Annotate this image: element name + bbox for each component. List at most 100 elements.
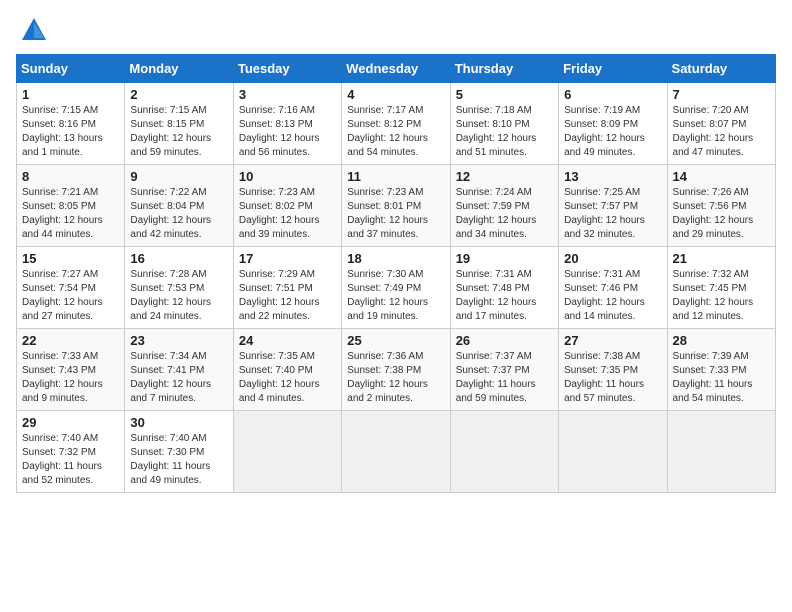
day-number: 14 [673, 169, 770, 184]
day-number: 16 [130, 251, 227, 266]
day-info: Sunrise: 7:22 AM Sunset: 8:04 PM Dayligh… [130, 186, 227, 242]
day-number: 25 [347, 333, 444, 348]
day-number: 8 [22, 169, 119, 184]
day-info: Sunrise: 7:39 AM Sunset: 7:33 PM Dayligh… [673, 350, 770, 406]
calendar-cell: 4 Sunrise: 7:17 AM Sunset: 8:12 PM Daylig… [342, 83, 450, 165]
calendar-cell: 13 Sunrise: 7:25 AM Sunset: 7:57 PM Dayli… [559, 165, 667, 247]
calendar-cell [233, 411, 341, 493]
calendar-cell: 16Sunrise: 7:28 AM Sunset: 7:53 PM Dayli… [125, 247, 233, 329]
day-number: 21 [673, 251, 770, 266]
day-number: 4 [347, 87, 444, 102]
calendar-cell: 12 Sunrise: 7:24 AM Sunset: 7:59 PM Dayli… [450, 165, 558, 247]
weekday-header-monday: Monday [125, 55, 233, 83]
calendar-cell [450, 411, 558, 493]
calendar-cell: 21 Sunrise: 7:32 AM Sunset: 7:45 PM Dayli… [667, 247, 775, 329]
day-info: Sunrise: 7:15 AM Sunset: 8:16 PM Dayligh… [22, 104, 119, 160]
day-info: Sunrise: 7:34 AM Sunset: 7:41 PM Dayligh… [130, 350, 227, 406]
day-number: 12 [456, 169, 553, 184]
day-info: Sunrise: 7:37 AM Sunset: 7:37 PM Dayligh… [456, 350, 553, 406]
day-number: 17 [239, 251, 336, 266]
day-info: Sunrise: 7:32 AM Sunset: 7:45 PM Dayligh… [673, 268, 770, 324]
day-info: Sunrise: 7:27 AM Sunset: 7:54 PM Dayligh… [22, 268, 119, 324]
header [16, 16, 776, 44]
calendar-cell: 11 Sunrise: 7:23 AM Sunset: 8:01 PM Dayli… [342, 165, 450, 247]
calendar-cell: 20Sunrise: 7:31 AM Sunset: 7:46 PM Dayli… [559, 247, 667, 329]
weekday-header-tuesday: Tuesday [233, 55, 341, 83]
week-row-4: 22 Sunrise: 7:33 AM Sunset: 7:43 PM Dayli… [17, 329, 776, 411]
day-info: Sunrise: 7:19 AM Sunset: 8:09 PM Dayligh… [564, 104, 661, 160]
week-row-1: 1 Sunrise: 7:15 AM Sunset: 8:16 PM Daylig… [17, 83, 776, 165]
weekday-header-row: SundayMondayTuesdayWednesdayThursdayFrid… [17, 55, 776, 83]
day-number: 10 [239, 169, 336, 184]
day-number: 20 [564, 251, 661, 266]
day-info: Sunrise: 7:31 AM Sunset: 7:48 PM Dayligh… [456, 268, 553, 324]
calendar-cell [667, 411, 775, 493]
day-info: Sunrise: 7:25 AM Sunset: 7:57 PM Dayligh… [564, 186, 661, 242]
week-row-3: 15 Sunrise: 7:27 AM Sunset: 7:54 PM Dayli… [17, 247, 776, 329]
weekday-header-sunday: Sunday [17, 55, 125, 83]
day-number: 19 [456, 251, 553, 266]
day-info: Sunrise: 7:21 AM Sunset: 8:05 PM Dayligh… [22, 186, 119, 242]
calendar-cell: 10 Sunrise: 7:23 AM Sunset: 8:02 PM Dayli… [233, 165, 341, 247]
calendar-cell: 19 Sunrise: 7:31 AM Sunset: 7:48 PM Dayli… [450, 247, 558, 329]
calendar-cell: 15 Sunrise: 7:27 AM Sunset: 7:54 PM Dayli… [17, 247, 125, 329]
day-number: 9 [130, 169, 227, 184]
calendar-cell: 27 Sunrise: 7:38 AM Sunset: 7:35 PM Dayli… [559, 329, 667, 411]
day-number: 22 [22, 333, 119, 348]
day-number: 1 [22, 87, 119, 102]
day-number: 26 [456, 333, 553, 348]
day-info: Sunrise: 7:30 AM Sunset: 7:49 PM Dayligh… [347, 268, 444, 324]
weekday-header-thursday: Thursday [450, 55, 558, 83]
calendar-cell: 2Sunrise: 7:15 AM Sunset: 8:15 PM Daylig… [125, 83, 233, 165]
day-info: Sunrise: 7:40 AM Sunset: 7:30 PM Dayligh… [130, 432, 227, 488]
day-number: 5 [456, 87, 553, 102]
day-number: 15 [22, 251, 119, 266]
calendar-cell: 5 Sunrise: 7:18 AM Sunset: 8:10 PM Daylig… [450, 83, 558, 165]
week-row-5: 29 Sunrise: 7:40 AM Sunset: 7:32 PM Dayli… [17, 411, 776, 493]
day-number: 23 [130, 333, 227, 348]
weekday-header-saturday: Saturday [667, 55, 775, 83]
day-number: 30 [130, 415, 227, 430]
calendar-cell: 18Sunrise: 7:30 AM Sunset: 7:49 PM Dayli… [342, 247, 450, 329]
day-number: 24 [239, 333, 336, 348]
day-info: Sunrise: 7:24 AM Sunset: 7:59 PM Dayligh… [456, 186, 553, 242]
day-number: 11 [347, 169, 444, 184]
day-number: 28 [673, 333, 770, 348]
calendar-cell: 14Sunrise: 7:26 AM Sunset: 7:56 PM Dayli… [667, 165, 775, 247]
calendar-cell: 17 Sunrise: 7:29 AM Sunset: 7:51 PM Dayli… [233, 247, 341, 329]
day-info: Sunrise: 7:15 AM Sunset: 8:15 PM Dayligh… [130, 104, 227, 160]
day-info: Sunrise: 7:33 AM Sunset: 7:43 PM Dayligh… [22, 350, 119, 406]
day-info: Sunrise: 7:29 AM Sunset: 7:51 PM Dayligh… [239, 268, 336, 324]
logo-icon [20, 16, 48, 44]
calendar-cell: 24Sunrise: 7:35 AM Sunset: 7:40 PM Dayli… [233, 329, 341, 411]
calendar-cell: 26 Sunrise: 7:37 AM Sunset: 7:37 PM Dayli… [450, 329, 558, 411]
logo [16, 16, 48, 44]
calendar-cell: 6 Sunrise: 7:19 AM Sunset: 8:09 PM Daylig… [559, 83, 667, 165]
calendar-cell: 8 Sunrise: 7:21 AM Sunset: 8:05 PM Daylig… [17, 165, 125, 247]
day-number: 7 [673, 87, 770, 102]
calendar-cell: 9 Sunrise: 7:22 AM Sunset: 8:04 PM Daylig… [125, 165, 233, 247]
calendar-cell: 3Sunrise: 7:16 AM Sunset: 8:13 PM Daylig… [233, 83, 341, 165]
day-info: Sunrise: 7:36 AM Sunset: 7:38 PM Dayligh… [347, 350, 444, 406]
day-info: Sunrise: 7:17 AM Sunset: 8:12 PM Dayligh… [347, 104, 444, 160]
day-info: Sunrise: 7:23 AM Sunset: 8:01 PM Dayligh… [347, 186, 444, 242]
calendar-cell: 30 Sunrise: 7:40 AM Sunset: 7:30 PM Dayli… [125, 411, 233, 493]
calendar-cell: 22 Sunrise: 7:33 AM Sunset: 7:43 PM Dayli… [17, 329, 125, 411]
calendar-cell [342, 411, 450, 493]
calendar-cell: 28 Sunrise: 7:39 AM Sunset: 7:33 PM Dayli… [667, 329, 775, 411]
day-number: 3 [239, 87, 336, 102]
week-row-2: 8 Sunrise: 7:21 AM Sunset: 8:05 PM Daylig… [17, 165, 776, 247]
calendar-table: SundayMondayTuesdayWednesdayThursdayFrid… [16, 54, 776, 493]
day-number: 6 [564, 87, 661, 102]
day-info: Sunrise: 7:23 AM Sunset: 8:02 PM Dayligh… [239, 186, 336, 242]
calendar-cell [559, 411, 667, 493]
day-number: 27 [564, 333, 661, 348]
day-info: Sunrise: 7:40 AM Sunset: 7:32 PM Dayligh… [22, 432, 119, 488]
day-info: Sunrise: 7:18 AM Sunset: 8:10 PM Dayligh… [456, 104, 553, 160]
day-number: 29 [22, 415, 119, 430]
calendar-cell: 23 Sunrise: 7:34 AM Sunset: 7:41 PM Dayli… [125, 329, 233, 411]
calendar-cell: 1 Sunrise: 7:15 AM Sunset: 8:16 PM Daylig… [17, 83, 125, 165]
day-number: 13 [564, 169, 661, 184]
day-info: Sunrise: 7:38 AM Sunset: 7:35 PM Dayligh… [564, 350, 661, 406]
weekday-header-friday: Friday [559, 55, 667, 83]
